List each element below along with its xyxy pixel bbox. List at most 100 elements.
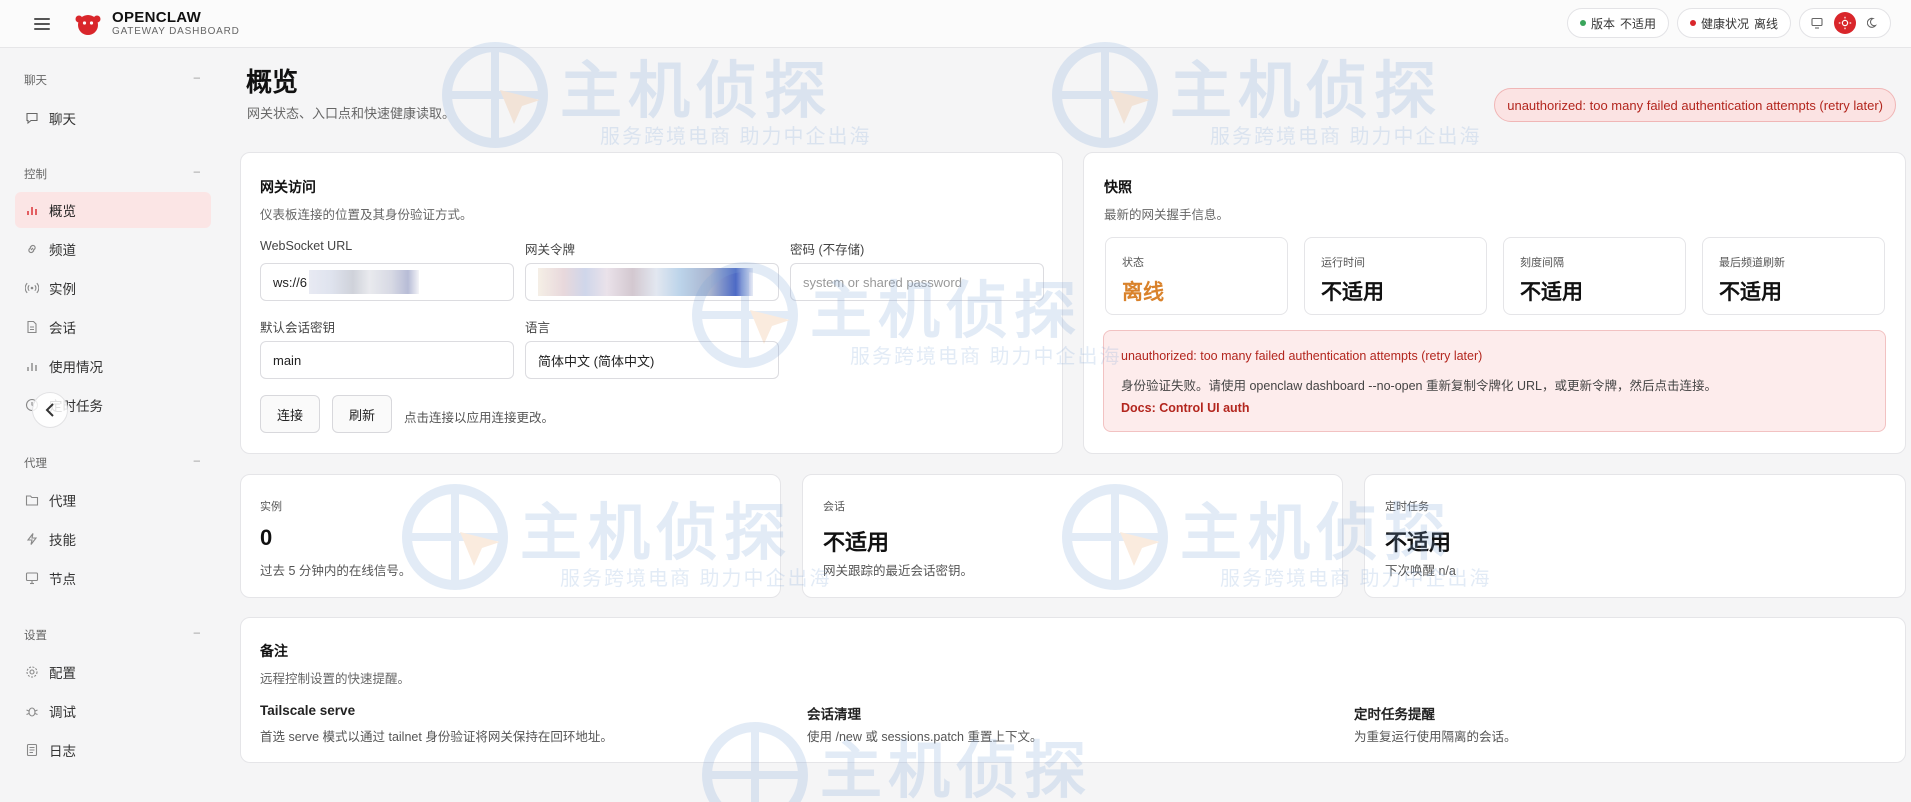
theme-system-button[interactable]	[1806, 12, 1828, 34]
brand-name: OPENCLAW	[112, 8, 202, 26]
stat-label: 状态	[1122, 257, 1144, 269]
stat-label: 运行时间	[1321, 257, 1365, 269]
card-subtitle: 最新的网关握手信息。	[1104, 208, 1230, 222]
sidebar-item-overview[interactable]: 概览	[15, 192, 211, 228]
connect-hint: 点击连接以应用连接更改。	[404, 411, 555, 425]
sidebar-item-logs[interactable]: 日志	[15, 732, 211, 768]
language-value: 简体中文 (简体中文)	[538, 353, 655, 369]
mini-label: 定时任务	[1385, 501, 1429, 513]
auth-alert-badge: unauthorized: too many failed authentica…	[1494, 88, 1896, 122]
sidebar-item-label: 日志	[49, 744, 76, 759]
sidebar-item-label: 频道	[49, 243, 76, 258]
theme-dark-button[interactable]	[1862, 12, 1884, 34]
sidebar-item-nodes[interactable]: 节点	[15, 560, 211, 596]
carousel-prev-button[interactable]	[32, 392, 68, 428]
theme-switcher	[1799, 8, 1891, 38]
monitor-icon	[1811, 17, 1823, 29]
broadcast-icon	[25, 281, 39, 295]
page-subtitle: 网关状态、入口点和快速健康读取。	[247, 106, 456, 121]
connect-button[interactable]: 连接	[260, 395, 320, 433]
sidebar-section-control[interactable]: 控制 –	[24, 166, 200, 182]
chevron-left-icon	[45, 403, 54, 417]
language-select[interactable]: 简体中文 (简体中文)	[525, 341, 779, 379]
sidebar-item-debug[interactable]: 调试	[15, 693, 211, 729]
menu-icon[interactable]	[34, 17, 50, 30]
sidebar-item-label: 节点	[49, 572, 76, 587]
session-key-input[interactable]: main	[260, 341, 514, 379]
sidebar-item-sessions[interactable]: 会话	[15, 309, 211, 345]
bug-icon	[25, 704, 39, 718]
ws-url-label: WebSocket URL	[260, 239, 353, 253]
collapse-icon: –	[193, 627, 200, 639]
sidebar-item-label: 概览	[49, 204, 76, 219]
error-description: 身份验证失败。请使用 openclaw dashboard --no-open …	[1121, 379, 1717, 393]
redacted-area	[538, 268, 753, 296]
sidebar-item-skills[interactable]: 技能	[15, 521, 211, 557]
watermark-globe-icon	[1052, 42, 1158, 148]
password-input[interactable]	[790, 263, 1044, 301]
card-title: 备注	[260, 643, 288, 659]
refresh-button[interactable]: 刷新	[332, 395, 392, 433]
sidebar-section-agents[interactable]: 代理 –	[24, 455, 200, 471]
sidebar-section-chat[interactable]: 聊天 –	[24, 72, 200, 88]
cron-card: 定时任务 不适用 下次唤醒 n/a	[1364, 474, 1906, 598]
chat-icon	[25, 111, 39, 125]
top-bar: OPENCLAW GATEWAY DASHBOARD 版本 不适用 健康状况 离…	[0, 0, 1911, 48]
stat-status: 状态 离线	[1105, 237, 1288, 315]
watermark-text: 主机侦探	[1170, 57, 1443, 126]
sidebar-item-instances[interactable]: 实例	[15, 270, 211, 306]
mini-value: 不适用	[1385, 530, 1452, 555]
note-title: 定时任务提醒	[1354, 707, 1435, 722]
watermark-slogan: 服务跨境电商 助力中企出海	[600, 126, 872, 148]
password-field[interactable]	[803, 274, 1031, 290]
mini-label: 实例	[260, 501, 282, 513]
sidebar-item-label: 调试	[49, 705, 76, 720]
sidebar-item-label: 使用情况	[49, 360, 103, 375]
stat-label: 最后频道刷新	[1719, 257, 1785, 269]
watermark: 主机侦探 服务跨境电商 助力中企出海	[1050, 40, 1530, 160]
gateway-access-card: 网关访问 仪表板连接的位置及其身份验证方式。 WebSocket URL ws:…	[240, 152, 1063, 454]
session-key-label: 默认会话密钥	[260, 321, 336, 335]
password-label: 密码 (不存储)	[790, 243, 865, 257]
stat-tick-interval: 刻度间隔 不适用	[1503, 237, 1686, 315]
health-status-dot	[1689, 20, 1696, 26]
sidebar-item-agents[interactable]: 代理	[15, 482, 211, 518]
version-label: 版本	[1590, 16, 1615, 31]
stat-uptime: 运行时间 不适用	[1304, 237, 1487, 315]
sidebar-item-channels[interactable]: 频道	[15, 231, 211, 267]
sidebar-item-chat[interactable]: 聊天	[15, 100, 211, 136]
version-badge: 版本 不适用	[1566, 8, 1669, 38]
card-title: 网关访问	[260, 179, 316, 195]
card-subtitle: 仪表板连接的位置及其身份验证方式。	[260, 208, 473, 222]
version-status-dot	[1579, 20, 1586, 26]
ws-url-input[interactable]: ws://6	[260, 263, 514, 301]
watermark: 主机侦探 服务跨境电商 助力中企出海	[440, 40, 920, 160]
stat-value: 不适用	[1321, 281, 1384, 304]
health-badge: 健康状况 离线	[1676, 8, 1791, 38]
mini-desc: 过去 5 分钟内的在线信号。	[260, 564, 412, 578]
collapse-icon: –	[193, 72, 200, 84]
bolt-icon	[25, 532, 39, 546]
stat-label: 刻度间隔	[1520, 257, 1564, 269]
gateway-token-input[interactable]	[525, 263, 779, 301]
card-title: 快照	[1104, 179, 1132, 195]
section-label: 设置	[24, 630, 47, 642]
docs-link[interactable]: Docs: Control UI auth	[1121, 401, 1249, 415]
link-icon	[25, 242, 39, 256]
redacted-area	[308, 270, 419, 294]
health-label: 健康状况	[1700, 16, 1749, 31]
note-title: 会话清理	[807, 707, 861, 722]
sidebar-item-config[interactable]: 配置	[15, 654, 211, 690]
sun-icon	[1838, 16, 1852, 30]
collapse-icon: –	[193, 455, 200, 467]
mini-desc: 网关跟踪的最近会话密钥。	[823, 564, 974, 578]
sidebar-item-label: 实例	[49, 282, 76, 297]
sidebar-section-settings[interactable]: 设置 –	[24, 627, 200, 643]
sidebar: 聊天 – 聊天 控制 – 概览 频道 实例 会话 使用情况 定时任务 代理 – 代理 …	[0, 48, 222, 802]
note-desc: 首选 serve 模式以通过 tailnet 身份验证将网关保持在回环地址。	[260, 730, 613, 744]
file-icon	[25, 320, 39, 334]
watermark-globe-icon	[442, 42, 548, 148]
bar-chart-icon	[25, 203, 39, 217]
sidebar-item-usage[interactable]: 使用情况	[15, 348, 211, 384]
theme-light-button[interactable]	[1834, 12, 1856, 34]
